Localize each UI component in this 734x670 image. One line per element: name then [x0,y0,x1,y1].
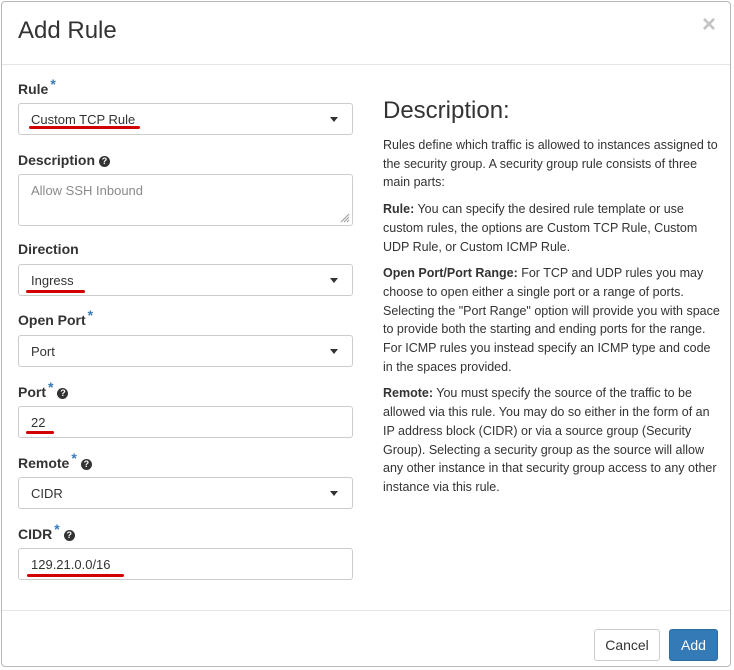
help-icon[interactable]: ? [99,156,111,167]
port-input-value: 22 [31,415,46,430]
required-marker: * [87,307,94,323]
remote-select-value: CIDR [31,486,63,501]
description-label: Description? [18,152,111,168]
open-port-label-text: Open Port [18,312,86,328]
help-intro-text: Rules define which traffic is allowed to… [383,138,718,190]
dialog-header: Add Rule × [2,2,730,65]
chevron-down-icon [330,278,338,283]
rule-label: Rule * [18,76,56,97]
direction-select-value: Ingress [31,273,74,288]
help-rule-text: You can specify the desired rule templat… [383,202,698,254]
required-marker: * [71,450,77,466]
required-marker: * [54,521,60,537]
rule-select[interactable]: Custom TCP Rule [18,103,353,135]
rule-label-text: Rule [18,81,49,97]
resize-handle-icon[interactable] [340,213,350,223]
cidr-label-text: CIDR [18,526,53,542]
remote-select[interactable]: CIDR [18,477,353,509]
description-label-text: Description [18,152,96,168]
add-button[interactable]: Add [669,629,718,661]
help-port-text: For TCP and UDP rules you may choose to … [383,266,720,374]
open-port-label: Open Port * [18,307,93,328]
help-icon[interactable]: ? [63,530,75,541]
description-placeholder: Allow SSH Inbound [31,183,144,198]
help-rule-paragraph: Rule: You can specify the desired rule t… [383,200,723,256]
close-icon[interactable]: × [702,11,716,39]
help-panel-heading: Description: [383,97,510,124]
port-label-text: Port [18,384,46,400]
open-port-select-value: Port [31,344,55,359]
help-remote-paragraph: Remote: You must specify the source of t… [383,384,723,496]
help-remote-term: Remote: [383,386,434,401]
cidr-input-value: 129.21.0.0/16 [31,557,111,572]
chevron-down-icon [330,491,338,496]
help-port-term: Open Port/Port Range: [383,266,518,281]
help-remote-text: You must specify the source of the traff… [383,386,717,494]
required-marker: * [48,379,54,395]
cancel-button[interactable]: Cancel [594,629,660,661]
remote-label-text: Remote [18,455,70,471]
help-rule-term: Rule: [383,202,415,217]
cidr-label: CIDR *? [18,521,75,542]
help-intro: Rules define which traffic is allowed to… [383,136,723,192]
port-label: Port *? [18,379,69,400]
annotation-underline [26,290,85,293]
add-rule-dialog: Add Rule × Rule * Custom TCP Rule Descrip… [1,1,731,667]
annotation-underline [26,431,54,434]
help-icon[interactable]: ? [80,459,92,470]
help-port-paragraph: Open Port/Port Range: For TCP and UDP ru… [383,264,723,376]
help-panel: Description: Rules define which traffic … [383,96,723,505]
direction-label: Direction [18,241,79,257]
remote-label: Remote *? [18,450,92,471]
description-textarea[interactable]: Allow SSH Inbound [18,174,353,226]
annotation-underline [29,126,140,129]
chevron-down-icon [330,117,338,122]
chevron-down-icon [330,349,338,354]
dialog-footer: Cancel Add [2,610,730,669]
annotation-underline [27,574,124,577]
required-marker: * [50,76,56,92]
direction-label-text: Direction [18,241,79,257]
rule-select-value: Custom TCP Rule [31,112,136,127]
dialog-title: Add Rule [18,17,117,44]
open-port-select[interactable]: Port [18,335,353,367]
port-input[interactable]: 22 [18,406,353,438]
help-icon[interactable]: ? [57,388,69,399]
